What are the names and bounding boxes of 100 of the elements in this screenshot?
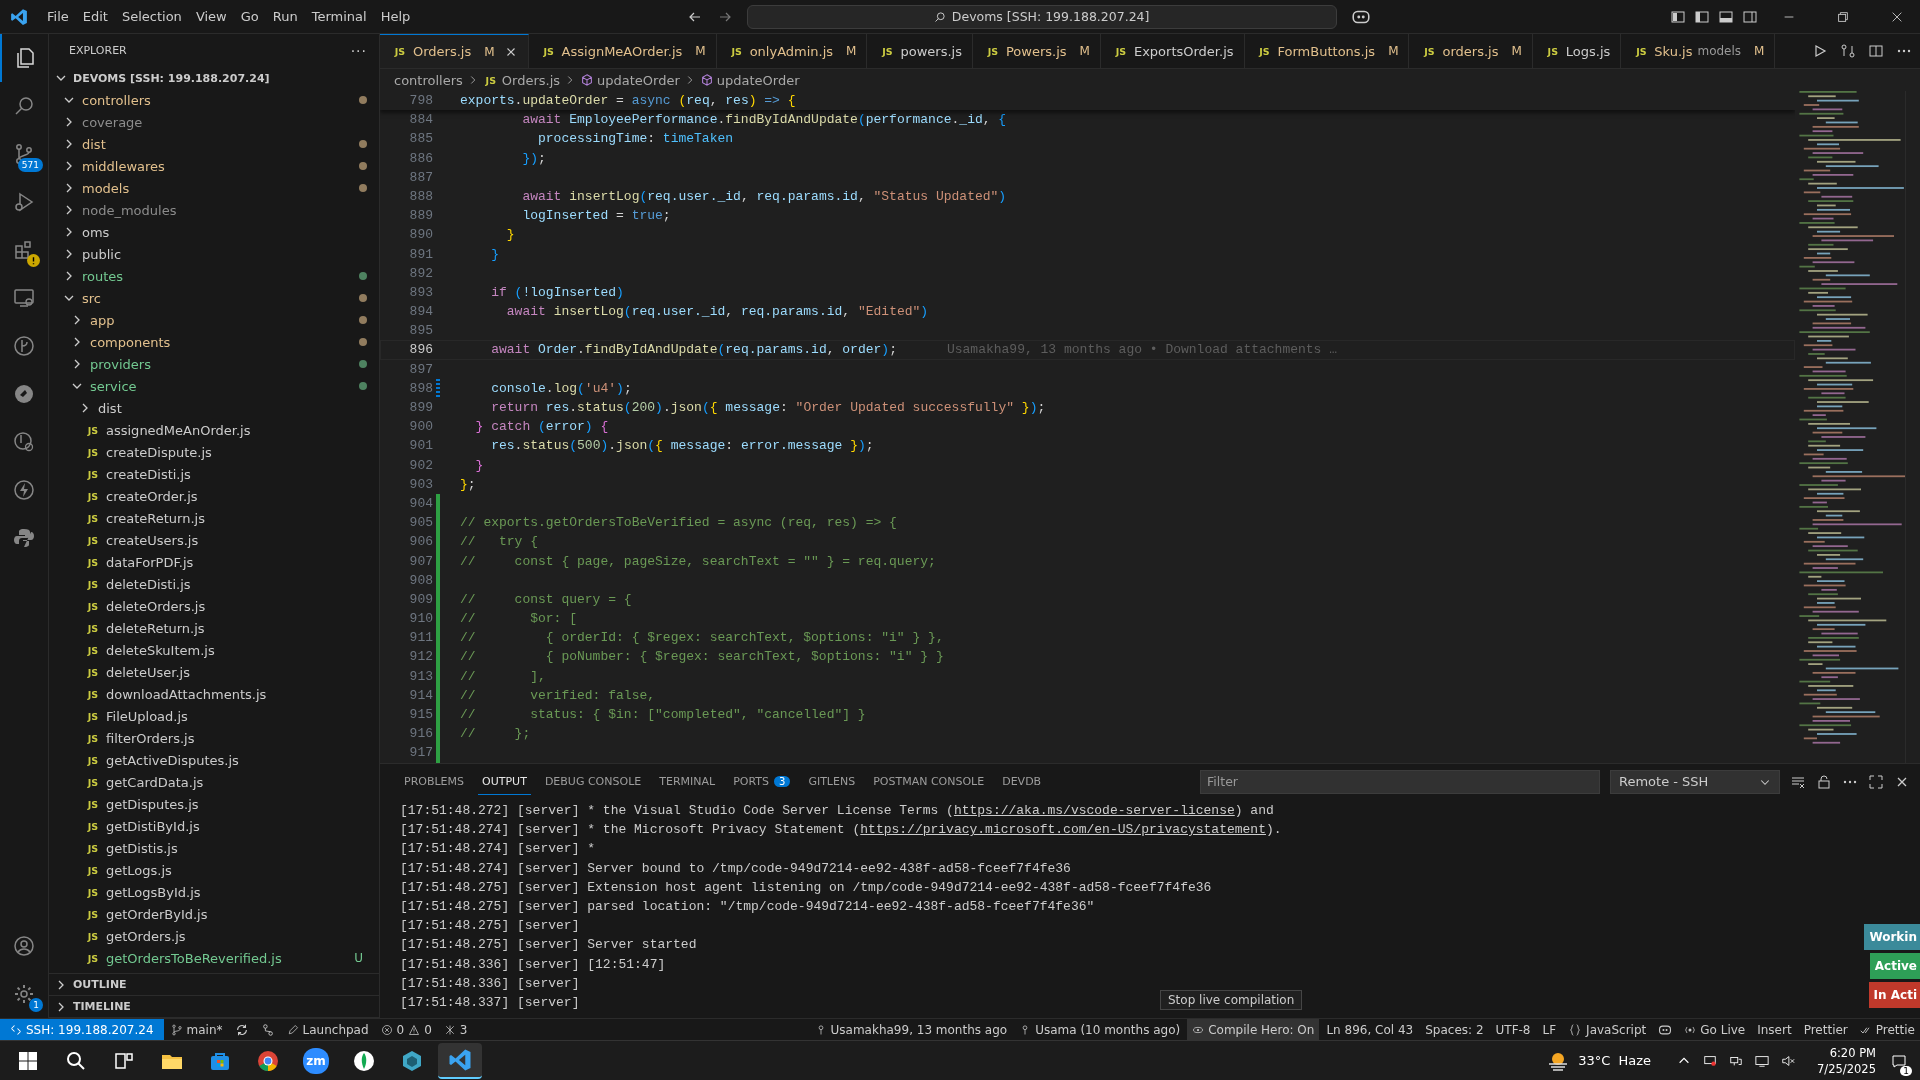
file-tree-item[interactable]: deleteUser.js xyxy=(106,664,190,680)
file-tree-item[interactable]: deleteDisti.js xyxy=(106,576,191,592)
clock-date[interactable]: 7/25/2025 xyxy=(1817,1060,1876,1077)
file-tree-item[interactable]: createDispute.js xyxy=(106,444,212,460)
filter-field[interactable]: Filter xyxy=(1200,769,1600,794)
file-tree-item[interactable]: getLogsById.js xyxy=(106,884,201,900)
secondary-sidebar-icon[interactable] xyxy=(1742,8,1758,25)
sync-icon[interactable] xyxy=(234,1022,249,1037)
panel-tab[interactable]: DEBUG CONSOLE xyxy=(540,769,646,794)
panel-tab[interactable]: OUTPUT xyxy=(478,768,531,795)
panel-toggle-icon[interactable] xyxy=(1718,8,1734,25)
file-tree-item[interactable]: public xyxy=(82,246,122,262)
menu-item[interactable]: Terminal xyxy=(304,6,374,27)
more-actions-button[interactable]: ··· xyxy=(350,42,367,59)
file-tree-item[interactable]: routes xyxy=(82,268,124,284)
file-tree-item[interactable]: controllers xyxy=(82,92,151,108)
display-icon[interactable] xyxy=(1755,1053,1770,1068)
breadcrumb-item[interactable]: controllers xyxy=(394,72,463,88)
status-item[interactable]: UTF-8 xyxy=(1490,1019,1536,1040)
blame-indicator[interactable]: Usamakha99, 13 months ago xyxy=(809,1019,1013,1040)
speaker-muted-icon[interactable] xyxy=(1781,1053,1796,1068)
file-tree-item[interactable]: models xyxy=(82,180,130,196)
file-tree-item[interactable]: getLogs.js xyxy=(106,862,172,878)
run-icon[interactable] xyxy=(1812,43,1828,59)
go-live-button[interactable]: Go Live xyxy=(1679,1019,1751,1040)
file-tree-item[interactable]: dist xyxy=(82,136,106,152)
breadcrumb-item[interactable]: updateOrder xyxy=(597,72,680,88)
weather-condition[interactable]: Haze xyxy=(1618,1053,1652,1068)
file-tree-item[interactable]: filterOrders.js xyxy=(106,730,195,746)
run-debug-icon[interactable] xyxy=(12,190,36,214)
lightning-icon[interactable] xyxy=(12,478,36,502)
menu-item[interactable]: Edit xyxy=(75,6,115,27)
remote-explorer-icon[interactable] xyxy=(12,286,36,310)
file-tree-item[interactable]: oms xyxy=(82,224,110,240)
file-tree-item[interactable]: deleteOrders.js xyxy=(106,598,206,614)
panel-tab[interactable]: DEVDB xyxy=(998,769,1046,794)
file-tree-item[interactable]: service xyxy=(90,378,137,394)
python-icon[interactable] xyxy=(12,526,36,550)
output-channel-dropdown[interactable]: Remote - SSH xyxy=(1610,769,1780,794)
menu-item[interactable]: Go xyxy=(233,6,266,27)
file-tree-item[interactable]: components xyxy=(90,334,171,350)
file-tree-item[interactable]: node_modules xyxy=(82,202,177,218)
menu-item[interactable]: Selection xyxy=(114,6,189,27)
file-tree-item[interactable]: getDistis.js xyxy=(106,840,178,856)
status-item[interactable]: Prettier xyxy=(1798,1019,1853,1040)
file-tree-item[interactable]: getOrderById.js xyxy=(106,906,208,922)
file-tree-item[interactable]: createDisti.js xyxy=(106,466,191,482)
status-item[interactable]: Ln 896, Col 43 xyxy=(1321,1019,1419,1040)
file-tree-item[interactable]: getOrdersToBeReverified.js xyxy=(106,950,282,966)
remote-indicator[interactable]: SSH: 199.188.207.24 xyxy=(0,1019,164,1040)
file-tree-item[interactable]: getOrders.js xyxy=(106,928,186,944)
settings-icon[interactable] xyxy=(12,982,36,1006)
problems-indicator[interactable]: 0 0 xyxy=(375,1019,437,1040)
status-notification[interactable]: In Acti xyxy=(1868,982,1920,1008)
layout-icon[interactable] xyxy=(1670,8,1686,25)
command-search-field[interactable]: Devoms [SSH: 199.188.207.24] xyxy=(746,4,1337,29)
compile-hero-toggle[interactable]: Compile Hero: On xyxy=(1187,1019,1320,1040)
status-item[interactable]: Insert xyxy=(1752,1019,1797,1040)
panel-tab[interactable]: TERMINAL xyxy=(655,769,720,794)
url-link[interactable]: https://aka.ms/vscode-server-license xyxy=(953,803,1235,818)
file-tree-item[interactable]: assignedMeAnOrder.js xyxy=(106,422,251,438)
file-tree-item[interactable]: coverage xyxy=(82,114,143,130)
file-tree-item[interactable]: createReturn.js xyxy=(106,510,205,526)
menu-item[interactable]: File xyxy=(40,6,76,27)
breadcrumb-item[interactable]: Orders.js xyxy=(501,72,561,88)
file-tree-item[interactable]: deleteSkuItem.js xyxy=(106,642,215,658)
file-tree-item[interactable]: middlewares xyxy=(82,158,165,174)
notification-center-icon[interactable] xyxy=(1891,1052,1907,1069)
account-icon[interactable] xyxy=(12,934,36,958)
breadcrumb-item[interactable]: updateOrder xyxy=(716,72,800,88)
clock-time[interactable]: 6:20 PM xyxy=(1829,1044,1876,1061)
file-tree-item[interactable]: createUsers.js xyxy=(106,532,199,548)
compare-changes-icon[interactable] xyxy=(1840,43,1856,59)
file-tree-item[interactable]: getDisputes.js xyxy=(106,796,199,812)
branch-indicator[interactable]: main* xyxy=(165,1019,228,1040)
maximize-icon[interactable] xyxy=(1868,773,1884,790)
status-item[interactable]: Spaces: 2 xyxy=(1420,1019,1489,1040)
ports-indicator[interactable]: 3 xyxy=(438,1019,473,1040)
blame-indicator[interactable]: Usama (10 months ago) xyxy=(1014,1019,1186,1040)
file-tree-item[interactable]: getDistiById.js xyxy=(106,818,200,834)
language-mode[interactable]: JavaScript xyxy=(1563,1019,1652,1040)
section-header[interactable]: TIMELINE xyxy=(73,1000,131,1013)
file-tree-item[interactable]: FileUpload.js xyxy=(106,708,188,724)
section-header[interactable]: OUTLINE xyxy=(73,978,127,991)
file-tree-item[interactable]: getCardData.js xyxy=(106,774,204,790)
lock-icon[interactable] xyxy=(1816,773,1832,790)
status-notification[interactable]: Workin xyxy=(1864,924,1920,950)
url-link[interactable]: https://privacy.microsoft.com/en-US/privacystatement xyxy=(860,822,1266,838)
file-tree-item[interactable]: src xyxy=(82,290,101,306)
file-tree-item[interactable]: dist xyxy=(98,400,122,416)
menu-item[interactable]: Help xyxy=(373,6,418,27)
weather-temperature[interactable]: 33°C xyxy=(1578,1053,1611,1068)
vscode-taskbar-icon[interactable] xyxy=(438,1042,482,1079)
menu-item[interactable]: Run xyxy=(265,6,305,27)
file-tree-item[interactable]: app xyxy=(90,312,115,328)
file-tree-item[interactable]: getActiveDisputes.js xyxy=(106,752,239,768)
file-tree-item[interactable]: providers xyxy=(90,356,151,372)
prettier-status[interactable]: Prettie xyxy=(1854,1019,1920,1040)
menu-item[interactable]: View xyxy=(188,6,234,27)
file-tree-item[interactable]: deleteReturn.js xyxy=(106,620,205,636)
